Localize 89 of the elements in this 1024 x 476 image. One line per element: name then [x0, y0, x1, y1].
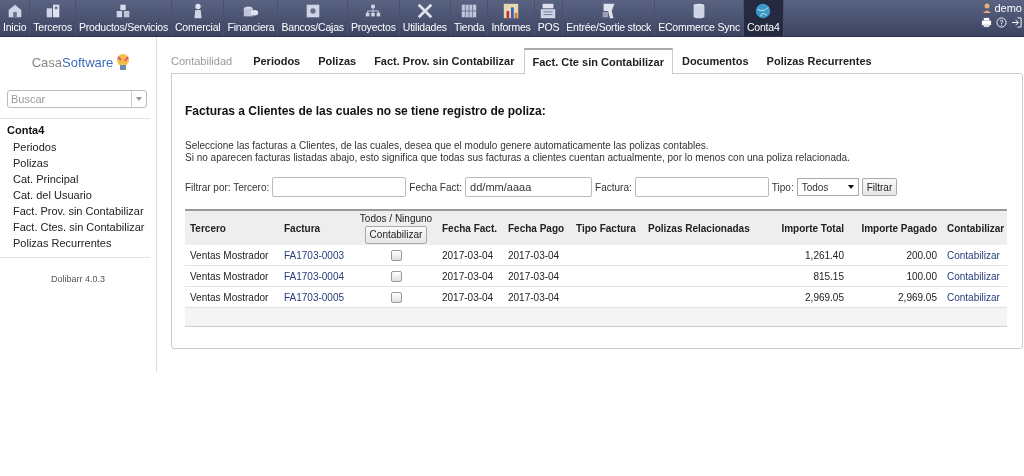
column-header: Contabilizar: [942, 210, 1007, 245]
column-header: Factura: [279, 210, 355, 245]
invoice-link[interactable]: FA1703-0004: [284, 270, 345, 282]
sidebar-item[interactable]: Polizas: [7, 155, 156, 171]
tab[interactable]: Polizas Recurrentes: [757, 54, 881, 73]
column-header: Tipo Factura: [571, 210, 643, 245]
menu-item[interactable]: Terceros: [30, 0, 76, 36]
select-all-label[interactable]: Todos / Ninguno: [355, 212, 437, 224]
printer-icon[interactable]: [981, 17, 992, 28]
menu-item[interactable]: Comercial: [172, 0, 225, 36]
table-cell: 815.15: [813, 270, 844, 282]
menu-item[interactable]: Productos/Servicios: [76, 0, 172, 36]
table-cell: 2017-03-04: [508, 291, 560, 303]
table-cell: Ventas Mostrador: [190, 291, 269, 303]
date-field[interactable]: dd/mm/aaaa: [465, 177, 593, 197]
menu-item[interactable]: Bancos/Cajas: [278, 0, 348, 36]
menu-item[interactable]: Informes: [488, 0, 535, 36]
column-header: Importe Pagado: [849, 210, 942, 245]
sidebar-item[interactable]: Fact. Prov. sin Contabilizar: [7, 203, 156, 219]
logo-text: CasaSoftware: [31, 54, 114, 70]
menu-item[interactable]: Conta4: [743, 0, 784, 36]
tab[interactable]: Periodos: [244, 54, 310, 73]
column-header: Polizas Relacionadas: [643, 210, 765, 245]
sidebar-item[interactable]: Cat. Principal: [7, 171, 156, 187]
filter-label: Filtrar por: Tercero:: [185, 181, 270, 193]
type-select[interactable]: Todos: [796, 178, 859, 196]
chart-icon: [502, 2, 520, 20]
checkbox[interactable]: [390, 270, 402, 282]
user-name[interactable]: demo: [994, 2, 1022, 14]
column-header: Fecha Fact.: [437, 210, 503, 245]
tab[interactable]: Fact. Prov. sin Contabilizar: [365, 54, 524, 73]
table-cell: 1,261.40: [805, 249, 844, 261]
heading: Facturas a Clientes de las cuales no se tiene registro de poliza:: [185, 104, 547, 118]
register-icon: [539, 2, 558, 20]
table-cell: 2017-03-04: [508, 270, 560, 282]
lightbulb-icon: [115, 53, 132, 71]
sidebar-item[interactable]: Polizas Recurrentes: [7, 235, 156, 251]
tab[interactable]: Fact. Cte sin Contabilizar: [523, 48, 673, 74]
menu-item[interactable]: ECommerce Sync: [655, 0, 744, 36]
contabilizar-button[interactable]: Contabilizar: [364, 225, 428, 244]
table-cell: 2017-03-04: [442, 291, 494, 303]
menu-item[interactable]: Entrée/Sortie stock: [563, 0, 656, 36]
help-icon[interactable]: [996, 17, 1007, 28]
contabilizar-link[interactable]: Contabilizar: [947, 249, 1000, 261]
logout-icon[interactable]: [1011, 17, 1022, 28]
menu-item[interactable]: Tienda: [450, 0, 489, 36]
menu-item[interactable]: Financiera: [224, 0, 279, 36]
invoice-field[interactable]: [634, 177, 769, 197]
description-text: Seleccione las facturas a Clientes, de las cuales, desea que el modulo genere automaticamente las polizas contables.: [185, 140, 710, 152]
tab[interactable]: Documentos: [672, 54, 758, 73]
table-cell: 2017-03-04: [442, 249, 494, 261]
sidebar-item[interactable]: Fact. Ctes. sin Contabilizar: [7, 219, 156, 235]
menu-item[interactable]: Proyectos: [347, 0, 400, 36]
dropdown-arrow-icon: [847, 185, 854, 189]
table-cell: 2,969.05: [805, 291, 844, 303]
invoice-link[interactable]: FA1703-0005: [284, 291, 345, 303]
version-text: Dolibarr 4.0.3: [50, 274, 106, 284]
menu-item[interactable]: Inicio: [0, 0, 31, 36]
column-header: Tercero: [185, 210, 279, 245]
invoice-link[interactable]: FA1703-0003: [284, 249, 345, 261]
table-cell: 100.00: [906, 270, 937, 282]
user-icon: [982, 3, 993, 13]
menu-item[interactable]: Utilidades: [399, 0, 451, 36]
description-text: Si no aparecen facturas listadas abajo, esto significa que todas sus facturas a clientes cuentan actualmente, por lo menos con una poliza relacionada.: [185, 152, 851, 164]
menu-item[interactable]: POS: [534, 0, 564, 36]
table-cell: 2017-03-04: [442, 270, 494, 282]
checkbox[interactable]: [390, 249, 402, 261]
table-cell: 2017-03-04: [508, 249, 560, 261]
sidebar-item[interactable]: Periodos: [7, 139, 156, 155]
filter-button[interactable]: Filtrar: [861, 178, 898, 196]
sidebar-item[interactable]: Cat. del Usuario: [7, 187, 156, 203]
column-header: Importe Total: [765, 210, 849, 245]
table-cell: 200.00: [906, 249, 937, 261]
table-cell: Ventas Mostrador: [190, 270, 269, 282]
table-cell: 2,969.05: [898, 291, 937, 303]
checkbox[interactable]: [390, 291, 402, 303]
menu-title: Conta4: [7, 124, 46, 136]
filter-label: Tipo:: [771, 181, 794, 193]
dropdown-arrow-icon: [136, 97, 142, 101]
tab[interactable]: Polizas: [309, 54, 366, 73]
filter-label: Fecha Fact:: [409, 181, 463, 193]
section-title: Contabilidad: [171, 55, 234, 69]
contabilizar-link[interactable]: Contabilizar: [947, 291, 1000, 303]
tercero-field[interactable]: [272, 177, 407, 197]
globe-icon: [754, 2, 773, 20]
filter-label: Factura:: [595, 181, 632, 193]
table-cell: Ventas Mostrador: [190, 249, 269, 261]
contabilizar-link[interactable]: Contabilizar: [947, 270, 1000, 282]
column-header: Fecha Pago: [503, 210, 571, 245]
